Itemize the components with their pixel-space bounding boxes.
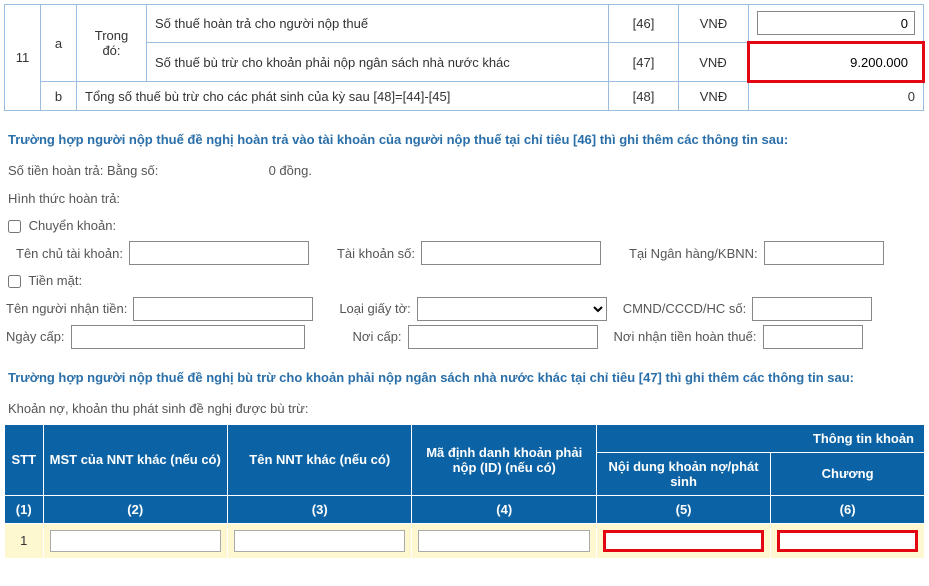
row48-value: 0: [749, 82, 924, 111]
id-number-label: CMND/CCCD/HC số:: [623, 301, 747, 316]
th-ten: Tên NNT khác (nếu có): [227, 424, 411, 495]
bank-label: Tại Ngân hàng/KBNN:: [629, 246, 758, 261]
offset-table: STT MST của NNT khác (nếu có) Tên NNT kh…: [4, 424, 925, 559]
cash-label: Tiền mặt:: [28, 273, 82, 288]
id-type-label: Loại giấy tờ:: [339, 301, 410, 316]
refund-place-input[interactable]: [763, 325, 863, 349]
row48-desc: Tổng số thuế bù trừ cho các phát sinh củ…: [77, 82, 609, 111]
row46-unit: VNĐ: [679, 5, 749, 43]
account-number-input[interactable]: [421, 241, 601, 265]
offset-subtitle: Khoản nợ, khoản thu phát sinh đề nghị đư…: [8, 401, 921, 416]
section2-title: Trường hợp người nộp thuế đề nghị bù trừ…: [8, 369, 921, 387]
tax-summary-table: 11 a Trong đó: Số thuế hoàn trả cho ngườ…: [4, 4, 925, 111]
id-type-select[interactable]: [417, 297, 607, 321]
thn1: (1): [5, 495, 44, 523]
row46-desc: Số thuế hoàn trả cho người nộp thuế: [147, 5, 609, 43]
th-chuong: Chương: [771, 452, 925, 495]
row-letter-b: b: [41, 82, 77, 111]
refund-place-label: Nơi nhận tiền hoàn thuế:: [614, 329, 757, 344]
refund-amount-row: Số tiền hoàn trả: Bằng số: 0 đồng.: [8, 159, 921, 182]
row-letter-a: a: [41, 5, 77, 82]
th-mst: MST của NNT khác (nếu có): [43, 424, 227, 495]
issue-date-input[interactable]: [71, 325, 305, 349]
cash-fields-row1: Tên người nhận tiền: Loại giấy tờ: CMND/…: [6, 297, 923, 321]
row46-value-input[interactable]: [757, 11, 915, 35]
row47-unit: VNĐ: [679, 43, 749, 82]
row1-mst-input[interactable]: [50, 530, 221, 552]
issue-place-label: Nơi cấp:: [353, 329, 402, 344]
row-label: Trong đó:: [77, 5, 147, 82]
refund-method-label: Hình thức hoàn trả:: [8, 187, 921, 210]
thn4: (4): [412, 495, 596, 523]
row47-value-input[interactable]: [758, 50, 914, 74]
thn5: (5): [596, 495, 770, 523]
row1-stt: 1: [5, 523, 44, 558]
transfer-checkbox[interactable]: [8, 220, 21, 233]
row46-code: [46]: [609, 5, 679, 43]
row47-code: [47]: [609, 43, 679, 82]
row48-unit: VNĐ: [679, 82, 749, 111]
th-noidung: Nội dung khoản nợ/phát sinh: [596, 452, 770, 495]
thn6: (6): [771, 495, 925, 523]
account-holder-label: Tên chủ tài khoản:: [16, 246, 123, 261]
refund-amount-label: Số tiền hoàn trả: Bằng số:: [8, 163, 158, 178]
section1-title: Trường hợp người nộp thuế đề nghị hoàn t…: [8, 131, 921, 149]
issue-date-label: Ngày cấp:: [6, 329, 65, 344]
thn3: (3): [227, 495, 411, 523]
table-row: 1: [5, 523, 925, 558]
transfer-label: Chuyển khoản:: [29, 218, 116, 233]
row1-ten-input[interactable]: [234, 530, 405, 552]
transfer-checkbox-row: Chuyển khoản:: [8, 214, 921, 237]
th-ma: Mã định danh khoản phải nộp (ID) (nếu có…: [412, 424, 596, 495]
row1-noidung-input[interactable]: [603, 530, 764, 552]
recipient-input[interactable]: [133, 297, 313, 321]
row48-code: [48]: [609, 82, 679, 111]
row47-desc: Số thuế bù trừ cho khoản phải nộp ngân s…: [147, 43, 609, 82]
row1-ma-input[interactable]: [418, 530, 589, 552]
id-number-input[interactable]: [752, 297, 872, 321]
transfer-fields-row: Tên chủ tài khoản: Tài khoản số: Tại Ngâ…: [6, 241, 923, 265]
account-number-label: Tài khoản số:: [337, 246, 415, 261]
th-group: Thông tin khoản: [596, 424, 924, 452]
cash-fields-row2: Ngày cấp: Nơi cấp: Nơi nhận tiền hoàn th…: [6, 325, 923, 349]
recipient-label: Tên người nhận tiền:: [6, 301, 127, 316]
row-number: 11: [5, 5, 41, 111]
cash-checkbox-row: Tiền mặt:: [8, 269, 921, 292]
refund-amount-value: 0 đồng.: [162, 159, 312, 182]
cash-checkbox[interactable]: [8, 275, 21, 288]
bank-input[interactable]: [764, 241, 884, 265]
row1-chuong-input[interactable]: [777, 530, 918, 552]
account-holder-input[interactable]: [129, 241, 309, 265]
row46-value-cell: [749, 5, 924, 43]
th-stt: STT: [5, 424, 44, 495]
issue-place-input[interactable]: [408, 325, 598, 349]
thn2: (2): [43, 495, 227, 523]
row47-value-cell: [749, 43, 924, 82]
